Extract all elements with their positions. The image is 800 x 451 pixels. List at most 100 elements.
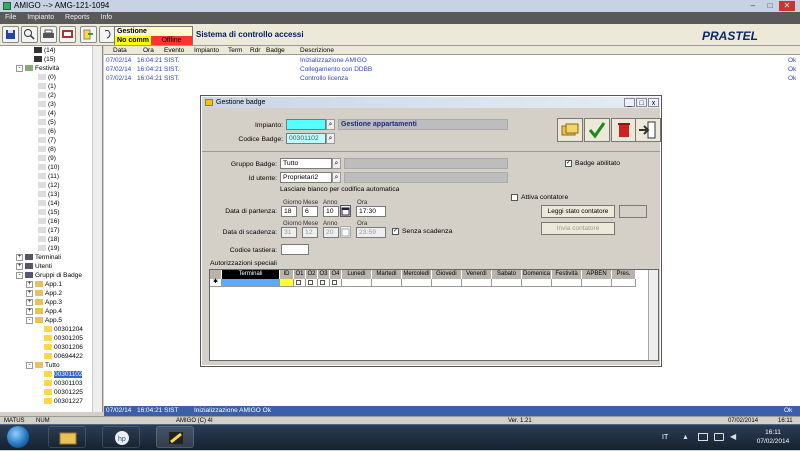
delete-button[interactable] [611,118,637,142]
expand-icon[interactable]: + [16,253,23,261]
tree-node[interactable]: + Terminali [16,253,61,262]
minimize-button[interactable]: – [745,1,761,11]
tree-node[interactable]: 00301227 [44,397,83,406]
new-row-icon[interactable]: ✱ [210,279,222,287]
tree-node[interactable]: + App.3 [26,298,62,307]
close-button[interactable]: ✕ [779,1,795,11]
expand-icon[interactable]: - [16,64,23,72]
col-evento[interactable]: Evento [164,46,184,55]
system-clock[interactable]: 16:11 07/02/2014 [748,428,798,446]
tree-node[interactable]: (4) [38,109,56,118]
menu-impianto[interactable]: Impianto [27,14,54,21]
tree-node[interactable]: - Festività [16,64,59,73]
start-button[interactable] [7,426,29,448]
idutente-input[interactable]: Proprietari2 [280,172,332,183]
tree-node[interactable]: (5) [38,118,56,127]
exit-button[interactable] [635,118,661,142]
grid-col-header[interactable]: Lunedì [342,270,372,279]
tree-node[interactable]: (11) [38,172,59,181]
invia-contatore-button[interactable]: Invia contatore [541,222,615,235]
col-data[interactable]: Data [113,46,127,55]
log-row[interactable]: 07/02/14 16:04:21 SIST. Collegamento con DD… [104,65,800,74]
calendar-icon[interactable] [340,205,351,217]
partenza-anno-input[interactable]: 10 [323,206,339,217]
badge-abilitato-checkbox[interactable]: ✓ [565,160,572,167]
tree-node[interactable]: + App.4 [26,307,62,316]
codice-tastiera-input[interactable] [281,244,309,255]
scadenza-anno-input[interactable]: 20 [323,227,339,238]
tree-node[interactable]: - Gruppi di Badge [16,271,82,280]
maximize-button[interactable]: □ [762,1,778,11]
expand-icon[interactable]: + [26,280,33,288]
grid-col-header[interactable]: Mercoledì [402,270,432,279]
leggi-contatore-button[interactable]: Leggi stato contatore [541,205,615,218]
print-icon[interactable] [40,26,57,43]
tree-node[interactable]: (19) [38,244,60,253]
partenza-mese-input[interactable]: 6 [302,206,318,217]
grid-col-header[interactable]: O4 [330,270,342,279]
grid-cell[interactable] [306,279,318,287]
save-icon[interactable] [2,26,19,43]
tree-node[interactable]: + App.1 [26,280,62,289]
tray-chevron-icon[interactable]: ▲ [682,434,689,441]
dialog-minimize-button[interactable]: _ [624,98,635,107]
calendar-disabled-icon[interactable] [340,226,351,238]
grid-col-header[interactable]: Sabato [492,270,522,279]
log-row[interactable]: 07/02/14 16:04:21 SIST. Inizializzazione AM… [104,56,800,65]
grid-cell[interactable] [342,279,372,287]
col-impianto[interactable]: Impianto [194,46,219,55]
grid-cell[interactable] [402,279,432,287]
grid-cell[interactable] [330,279,342,287]
grid-col-header[interactable]: Martedì [372,270,402,279]
tree-node[interactable]: + Utenti [16,262,52,271]
expand-icon[interactable]: + [26,298,33,306]
tree-node[interactable]: 00301206 [44,343,83,352]
menu-file[interactable]: File [5,14,16,21]
grid-cell[interactable] [522,279,552,287]
tree-node[interactable]: (15) [34,55,56,64]
col-descrizione[interactable]: Descrizione [300,46,334,55]
tree-node[interactable]: (0) [38,73,56,82]
amigo-taskbar-icon[interactable] [156,426,194,448]
tree-node[interactable]: (18) [38,235,60,244]
tree-node[interactable]: (15) [38,208,60,217]
tree-node[interactable]: 00694422 [44,352,83,361]
expand-icon[interactable]: - [26,316,33,324]
tree-node[interactable]: (8) [38,145,56,154]
grid-col-header[interactable]: Festività [552,270,582,279]
col-term[interactable]: Term [228,46,242,55]
grid-col-header[interactable]: ID [280,270,294,279]
tree-node[interactable]: (12) [38,181,60,190]
flag-icon[interactable] [698,433,708,441]
tree-node[interactable]: (7) [38,136,56,145]
volume-icon[interactable]: ◀ [730,432,736,441]
folder-button[interactable] [557,118,583,142]
gruppo-badge-input[interactable]: Tutto [280,158,332,169]
grid-cell[interactable] [372,279,402,287]
expand-icon[interactable]: + [16,262,23,270]
grid-col-header[interactable]: Domenica [522,270,552,279]
tree-node[interactable]: (1) [38,82,56,91]
col-ora[interactable]: Ora [143,46,154,55]
impianto-input[interactable] [286,119,326,130]
expand-icon[interactable]: + [26,307,33,315]
grid-cell[interactable] [462,279,492,287]
tree-node[interactable]: (10) [38,163,60,172]
grid-cell[interactable] [222,279,280,287]
grid-col-header[interactable]: Terminali [222,270,280,279]
tree-node[interactable]: (17) [38,226,60,235]
grid-cell[interactable] [552,279,582,287]
hp-taskbar-icon[interactable]: hp [102,426,140,448]
tree-node[interactable]: 00301102 [44,370,83,379]
tree-scrollbar[interactable] [92,46,102,412]
tree-node[interactable]: 00301103 [44,379,82,388]
idutente-search-icon[interactable]: ⌕ [332,172,341,183]
grid-col-header[interactable]: APBEN [582,270,612,279]
log-row[interactable]: 07/02/14 16:04:21 SIST. Controllo licenza Ok [104,74,800,83]
scadenza-giorno-input[interactable]: 31 [281,227,297,238]
grid-col-header[interactable]: Pres. [612,270,636,279]
menu-reports[interactable]: Reports [65,14,90,21]
grid-cell[interactable] [582,279,612,287]
grid-col-header[interactable]: Giovedì [432,270,462,279]
tree-node[interactable]: (14) [38,199,60,208]
